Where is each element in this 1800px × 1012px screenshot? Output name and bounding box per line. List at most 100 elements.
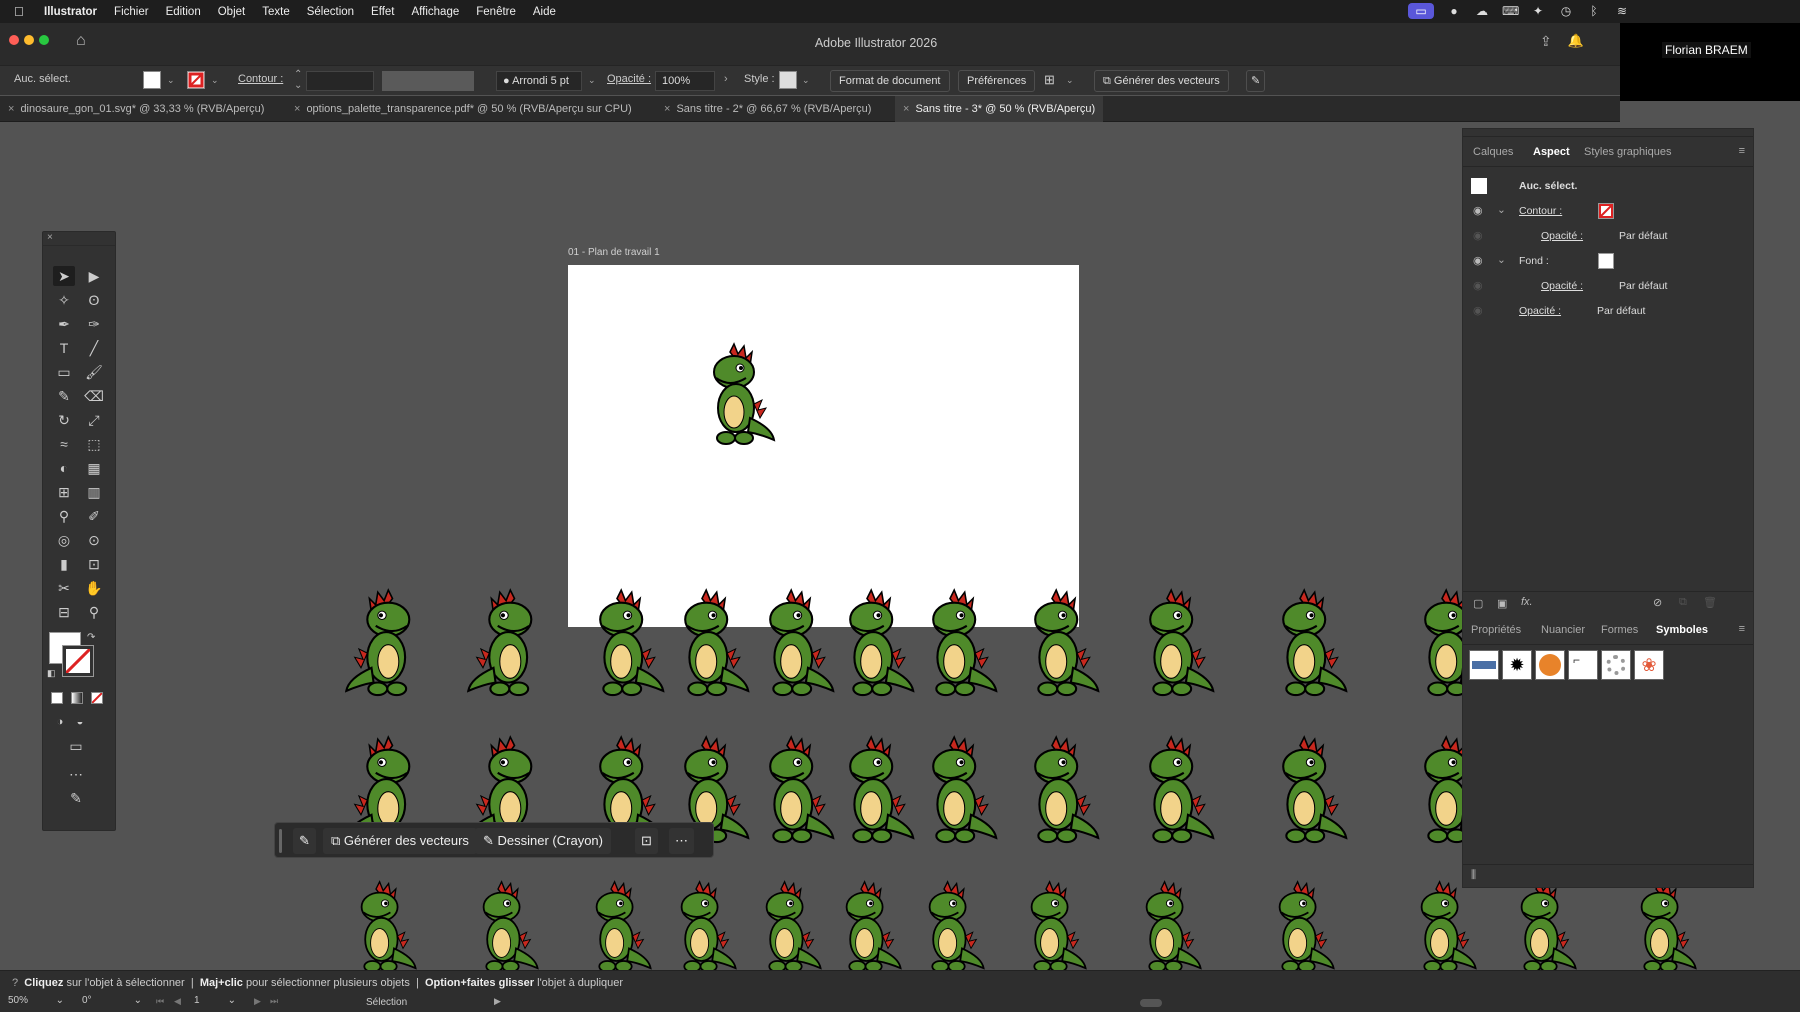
- dinosaur-sprite[interactable]: [1010, 880, 1091, 979]
- new-fill-icon[interactable]: ▣: [1497, 597, 1507, 610]
- dinosaur-sprite[interactable]: [1258, 735, 1353, 851]
- dinosaur-sprite[interactable]: [745, 880, 826, 979]
- blend-tool-icon[interactable]: ◎: [53, 530, 75, 550]
- symbol-library-icon[interactable]: ⫼: [1471, 869, 1476, 882]
- horizontal-scrollbar[interactable]: [1140, 999, 1162, 1007]
- symbol-flag[interactable]: ⌐: [1568, 650, 1598, 680]
- rotate-tool-icon[interactable]: ↻: [53, 410, 75, 430]
- fx-icon[interactable]: fx.: [1521, 596, 1533, 608]
- sparkle-icon[interactable]: ✦: [1530, 3, 1546, 19]
- contour-label[interactable]: Contour :: [1519, 205, 1562, 217]
- ctx-draw-pencil-button[interactable]: ✎ Dessiner (Crayon): [475, 828, 611, 854]
- tab-dinosaure[interactable]: × dinosaure_gon_01.svg* @ 33,33 % (RVB/Ap…: [8, 96, 264, 122]
- eye-icon[interactable]: ◉: [1473, 304, 1483, 317]
- dinosaur-sprite[interactable]: [1258, 588, 1353, 704]
- toggle-icon[interactable]: ●: [1446, 3, 1462, 19]
- screen-mode-icon[interactable]: ▭: [65, 736, 87, 756]
- apple-icon[interactable]: : [14, 4, 28, 19]
- symbol-orange-circle[interactable]: [1535, 650, 1565, 680]
- type-tool-icon[interactable]: T: [53, 338, 75, 358]
- artboard[interactable]: [568, 265, 1079, 627]
- dinosaur-sprite[interactable]: [1010, 588, 1105, 704]
- last-artboard-icon[interactable]: ⏭: [270, 996, 278, 1007]
- artboard-number-field[interactable]: 1 ⌄: [190, 995, 240, 1011]
- bluetooth-icon[interactable]: ᛒ: [1586, 3, 1602, 19]
- stroke-weight-stepper[interactable]: ⌃ ⌄: [294, 69, 302, 91]
- symbol-flower[interactable]: ❀: [1634, 650, 1664, 680]
- generate-vectors-button[interactable]: ⧉ Générer des vecteurs: [1094, 70, 1229, 92]
- image-icon[interactable]: ⊡: [635, 828, 658, 854]
- new-stroke-icon[interactable]: ▢: [1473, 597, 1483, 610]
- pin-icon[interactable]: ✎: [293, 828, 316, 854]
- fond-opacity-row[interactable]: ◉ Opacité : Par défaut: [1463, 275, 1753, 297]
- dinosaur-sprite[interactable]: [340, 588, 435, 704]
- panel-collapse-bar[interactable]: [1463, 129, 1753, 137]
- variable-width-field[interactable]: [382, 71, 474, 91]
- menu-edition[interactable]: Edition: [166, 6, 201, 18]
- wifi-icon[interactable]: ≋: [1614, 3, 1630, 19]
- pen-tool-icon[interactable]: ✒: [53, 314, 75, 334]
- dinosaur-sprite[interactable]: [1125, 588, 1220, 704]
- dinosaur-sprite[interactable]: [1125, 880, 1206, 979]
- preferences-button[interactable]: Préférences: [958, 70, 1036, 92]
- close-icon[interactable]: ×: [294, 103, 300, 115]
- cloud-icon[interactable]: ☁: [1474, 3, 1490, 19]
- chevron-down-icon[interactable]: ⌄: [1497, 254, 1506, 266]
- dinosaur-sprite[interactable]: [575, 880, 656, 979]
- default-colors-icon[interactable]: ◧: [47, 668, 56, 679]
- menu-fichier[interactable]: Fichier: [114, 6, 149, 18]
- dinosaur-sprite[interactable]: [1010, 735, 1105, 851]
- symbol-ring[interactable]: [1601, 650, 1631, 680]
- opacity-label[interactable]: Opacité :: [1519, 305, 1561, 317]
- eyedropper-tool-icon[interactable]: ⚲: [53, 506, 75, 526]
- perspective-grid-tool-icon[interactable]: ▦: [83, 458, 105, 478]
- stroke-weight-field[interactable]: [306, 71, 374, 91]
- shaper-tool-icon[interactable]: ✎: [53, 386, 75, 406]
- eye-icon[interactable]: ◉: [1473, 279, 1483, 292]
- dinosaur-sprite[interactable]: [1620, 880, 1701, 979]
- opacity-label[interactable]: Opacité :: [1541, 280, 1583, 292]
- fond-swatch[interactable]: [1598, 253, 1614, 269]
- menu-affichage[interactable]: Affichage: [412, 6, 460, 18]
- contour-opacity-row[interactable]: ◉ Opacité : Par défaut: [1463, 225, 1753, 247]
- keyboard-icon[interactable]: ⌨: [1502, 3, 1519, 19]
- menu-selection[interactable]: Sélection: [307, 6, 354, 18]
- ctx-generate-vectors-button[interactable]: ⧉ Générer des vecteurs: [323, 828, 477, 854]
- hand-tool-icon[interactable]: ✋: [83, 578, 105, 598]
- direct-selection-tool-icon[interactable]: ▶: [83, 266, 105, 286]
- line-tool-icon[interactable]: ╱: [83, 338, 105, 358]
- menu-aide[interactable]: Aide: [533, 6, 556, 18]
- opacity-label[interactable]: Opacité :: [607, 73, 651, 85]
- notification-icon[interactable]: 🔔: [1568, 33, 1584, 50]
- contour-swatch[interactable]: [1598, 203, 1614, 219]
- dinosaur-sprite[interactable]: [575, 588, 670, 704]
- fond-row[interactable]: ◉ ⌄ Fond :: [1463, 250, 1753, 272]
- task-bar-handle[interactable]: [279, 829, 282, 853]
- help-icon[interactable]: ?: [12, 977, 18, 989]
- more-options-icon[interactable]: ⋯: [669, 828, 694, 854]
- dinosaur-sprite[interactable]: [825, 880, 906, 979]
- dinosaur-sprite[interactable]: [690, 342, 780, 452]
- fill-swatch[interactable]: [143, 71, 161, 89]
- close-icon[interactable]: ×: [8, 103, 14, 115]
- rectangle-tool-icon[interactable]: ▭: [53, 362, 75, 382]
- mesh-tool-icon[interactable]: ⊞: [53, 482, 75, 502]
- opacity-label[interactable]: Opacité :: [1541, 230, 1583, 242]
- lasso-tool-icon[interactable]: ʘ: [83, 290, 105, 310]
- rotation-field[interactable]: 0° ⌄: [78, 995, 146, 1011]
- menu-effet[interactable]: Effet: [371, 6, 394, 18]
- measure-tool-icon[interactable]: ✐: [83, 506, 105, 526]
- gradient-tool-icon[interactable]: ▥: [83, 482, 105, 502]
- arrange-dropdown-icon[interactable]: ⌄: [1066, 75, 1074, 86]
- tab-sans-titre-2[interactable]: × Sans titre - 2* @ 66,67 % (RVB/Aperçu): [664, 96, 871, 122]
- gradient-mode-icon[interactable]: [71, 692, 83, 704]
- free-transform-tool-icon[interactable]: ⬚: [83, 434, 105, 454]
- dinosaur-sprite[interactable]: [1500, 880, 1581, 979]
- eye-icon[interactable]: ◉: [1473, 229, 1483, 242]
- more-tools-icon[interactable]: ⋯: [65, 764, 87, 784]
- tab-styles-graphiques[interactable]: Styles graphiques: [1584, 146, 1671, 158]
- tab-aspect[interactable]: Aspect: [1533, 146, 1570, 158]
- dinosaur-sprite[interactable]: [462, 880, 543, 979]
- close-icon[interactable]: ×: [664, 103, 670, 115]
- magic-wand-tool-icon[interactable]: ✧: [53, 290, 75, 310]
